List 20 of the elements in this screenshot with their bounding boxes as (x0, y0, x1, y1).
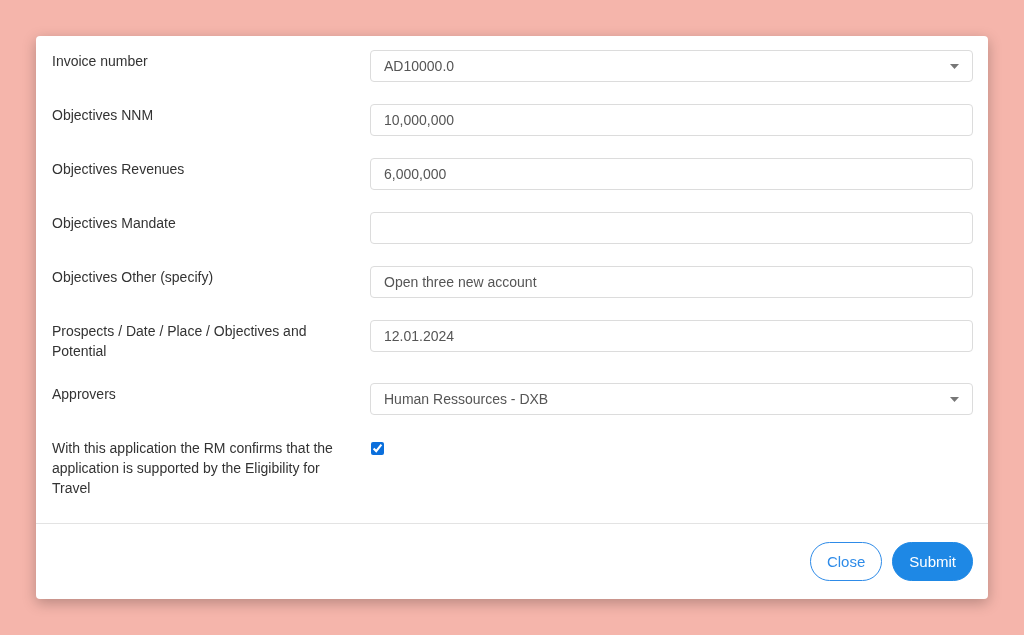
input-field[interactable]: 6,000,000 (370, 158, 973, 190)
close-button[interactable]: Close (809, 542, 883, 581)
input-field[interactable]: Open three new account (370, 266, 973, 298)
field-label: With this application the RM confirms that the application is supported by the Eligibility for Travel (52, 439, 334, 498)
input-field[interactable]: 10,000,000 (370, 104, 973, 136)
field-label: Prospects / Date / Place / Objectives and Potential (52, 322, 308, 361)
field-label: Objectives NNM (52, 106, 155, 125)
caret-icon (950, 63, 959, 69)
field-label: Objectives Other (specify) (52, 268, 215, 287)
input-field[interactable]: 12.01.2024 (370, 320, 973, 352)
caret-icon (950, 396, 959, 402)
field-label: Objectives Revenues (52, 160, 186, 179)
checkbox[interactable] (371, 442, 384, 455)
select-field[interactable]: Human Ressources - DXB (370, 383, 973, 415)
submit-button[interactable]: Submit (892, 542, 973, 581)
field-label: Objectives Mandate (52, 214, 177, 233)
select-field[interactable]: AD10000.0 (370, 50, 973, 82)
field-label: Approvers (52, 385, 117, 404)
input-field[interactable] (370, 212, 973, 244)
field-label: Invoice number (52, 52, 149, 71)
